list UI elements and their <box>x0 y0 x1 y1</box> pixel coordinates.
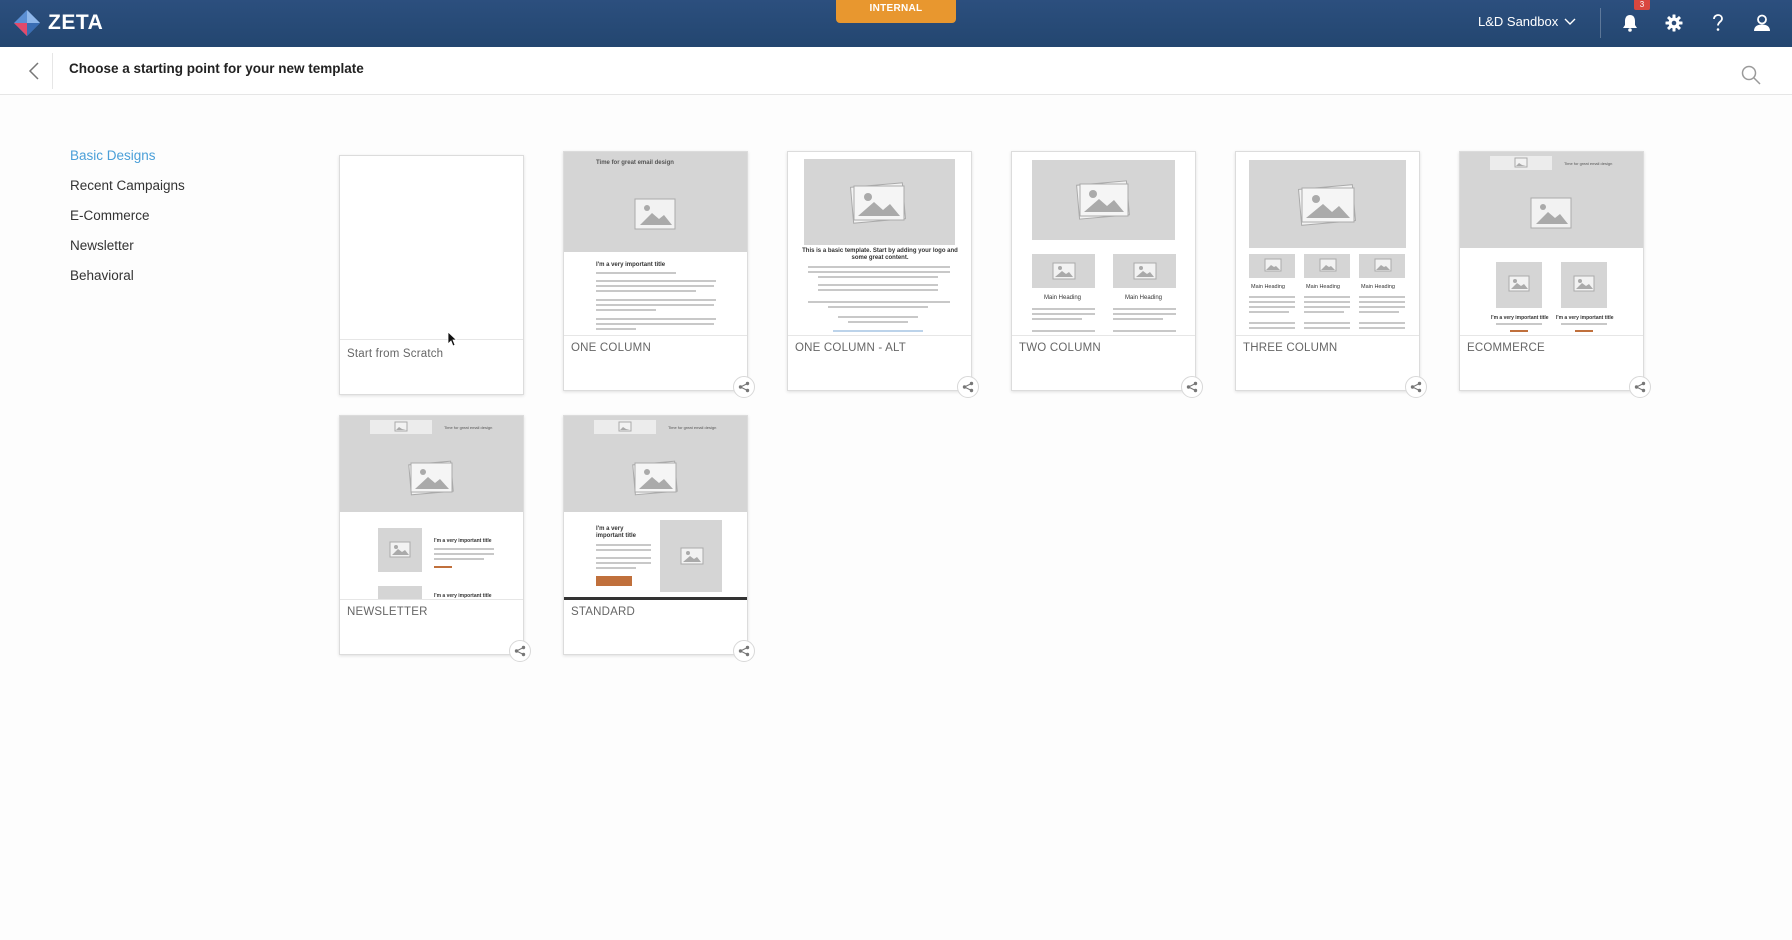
share-icon <box>1410 381 1422 393</box>
thumbnail-heading: Main Heading <box>1306 284 1340 290</box>
help-button[interactable] <box>1707 12 1729 34</box>
template-card-newsletter[interactable]: Time for great email design I'm a very i… <box>339 415 531 662</box>
header-divider <box>52 53 53 89</box>
share-button[interactable] <box>957 376 979 398</box>
thumbnail-heading: Main Heading <box>1125 295 1163 301</box>
page-title: Choose a starting point for your new tem… <box>69 61 364 76</box>
share-button[interactable] <box>1629 376 1651 398</box>
share-button[interactable] <box>733 376 755 398</box>
share-icon <box>514 645 526 657</box>
thumbnail-title: This is a basic template. Start by addin… <box>802 248 958 261</box>
sidebar-item-basic-designs[interactable]: Basic Designs <box>70 146 185 176</box>
image-placeholder-icon <box>632 197 678 231</box>
template-label: TWO COLUMN <box>1019 342 1101 354</box>
thumbnail-heading: Time for great email design <box>668 425 717 430</box>
image-placeholder-icon <box>1296 184 1358 226</box>
thumbnail-heading: Main Heading <box>1361 284 1395 290</box>
share-button[interactable] <box>1405 376 1427 398</box>
search-icon <box>1741 65 1761 85</box>
share-button[interactable] <box>509 640 531 662</box>
image-placeholder-icon <box>848 182 908 224</box>
share-icon <box>1634 381 1646 393</box>
thumbnail-heading: Main Heading <box>1251 284 1285 290</box>
thumbnail-title: I'm a very important title <box>1556 315 1614 321</box>
thumbnail-heading: Time for great email design <box>444 425 493 430</box>
zeta-logo-icon <box>14 10 40 36</box>
template-card-one-column[interactable]: Time for great email design I'm a very i… <box>563 151 755 398</box>
share-button[interactable] <box>733 640 755 662</box>
template-label: STANDARD <box>571 606 636 618</box>
template-label: ONE COLUMN <box>571 342 651 354</box>
mouse-cursor-icon <box>447 331 458 347</box>
image-placeholder-icon <box>1074 180 1132 220</box>
thumbnail-title: I'm a very important title <box>434 538 492 544</box>
template-thumbnail: Time for great email design I'm a very i… <box>564 152 747 336</box>
template-label: ECOMMERCE <box>1467 342 1545 354</box>
image-placeholder-icon <box>1528 196 1574 230</box>
template-label: Start from Scratch <box>347 348 444 360</box>
sidebar-item-behavioral[interactable]: Behavioral <box>70 266 185 296</box>
environment-badge: INTERNAL <box>836 0 956 23</box>
share-icon <box>738 381 750 393</box>
template-card-ecommerce[interactable]: Time for great email design I'm a very i… <box>1459 151 1651 398</box>
template-thumbnail: Time for great email design I'm a very i… <box>1460 152 1643 336</box>
template-label: THREE COLUMN <box>1243 342 1338 354</box>
template-thumbnail: Main Heading Main Heading <box>1012 152 1195 336</box>
thumbnail-heading: Time for great email design <box>596 160 674 166</box>
sidebar-item-recent-campaigns[interactable]: Recent Campaigns <box>70 176 185 206</box>
image-placeholder-icon <box>406 460 456 496</box>
image-placeholder-icon <box>630 460 680 496</box>
thumbnail-title: I'm a very important title <box>1491 315 1549 321</box>
template-thumbnail: This is a basic template. Start by addin… <box>788 152 971 336</box>
back-button[interactable] <box>16 57 52 85</box>
template-label: NEWSLETTER <box>347 606 428 618</box>
sidebar-item-e-commerce[interactable]: E-Commerce <box>70 206 185 236</box>
notifications-button[interactable] <box>1619 12 1641 34</box>
share-button[interactable] <box>1181 376 1203 398</box>
chevron-left-icon <box>28 62 39 80</box>
thumbnail-title: I'm a very important title <box>596 262 666 268</box>
sidebar-item-newsletter[interactable]: Newsletter <box>70 236 185 266</box>
template-card-two-column[interactable]: Main Heading Main Heading TWO COLUMN <box>1011 151 1203 398</box>
user-icon <box>1754 14 1770 31</box>
template-card-three-column[interactable]: Main Heading Main Heading Main Heading T… <box>1235 151 1427 398</box>
template-thumbnail: Time for great email design I'm a very i… <box>340 416 523 600</box>
thumbnail-heading: Main Heading <box>1044 295 1082 301</box>
settings-button[interactable] <box>1663 12 1685 34</box>
zeta-logo[interactable]: ZETA <box>12 6 103 40</box>
notification-count-badge: 3 <box>1634 0 1650 10</box>
share-icon <box>962 381 974 393</box>
thumbnail-title: I'm a very important title <box>596 526 636 539</box>
share-icon <box>1186 381 1198 393</box>
chevron-down-icon <box>1564 18 1576 25</box>
account-label: L&D Sandbox <box>1478 14 1559 29</box>
thumbnail-heading: Time for great email design <box>1564 161 1613 166</box>
thumbnail-title: I'm a very important title <box>434 593 492 599</box>
user-profile-button[interactable] <box>1751 12 1773 34</box>
template-thumbnail: Time for great email design I'm a very i… <box>564 416 747 600</box>
template-card-one-column-alt[interactable]: This is a basic template. Start by addin… <box>787 151 979 398</box>
question-mark-icon <box>1713 14 1723 31</box>
template-thumbnail: Main Heading Main Heading Main Heading <box>1236 152 1419 336</box>
gear-icon <box>1665 14 1683 32</box>
category-sidebar: Basic Designs Recent Campaigns E-Commerc… <box>70 146 185 296</box>
top-nav-bar: ZETA INTERNAL L&D Sandbox 3 <box>0 0 1792 47</box>
bell-icon <box>1623 15 1637 32</box>
brand-name: ZETA <box>48 11 104 34</box>
template-card-start-from-scratch[interactable]: Start from Scratch <box>339 155 524 395</box>
account-switcher[interactable]: L&D Sandbox <box>1478 11 1576 33</box>
search-button[interactable] <box>1740 64 1764 88</box>
template-label: ONE COLUMN - ALT <box>795 342 906 354</box>
share-icon <box>738 645 750 657</box>
template-card-standard[interactable]: Time for great email design I'm a very i… <box>563 415 755 662</box>
template-thumbnail <box>340 156 523 340</box>
page-header: Choose a starting point for your new tem… <box>0 47 1792 95</box>
topbar-divider <box>1600 8 1601 38</box>
